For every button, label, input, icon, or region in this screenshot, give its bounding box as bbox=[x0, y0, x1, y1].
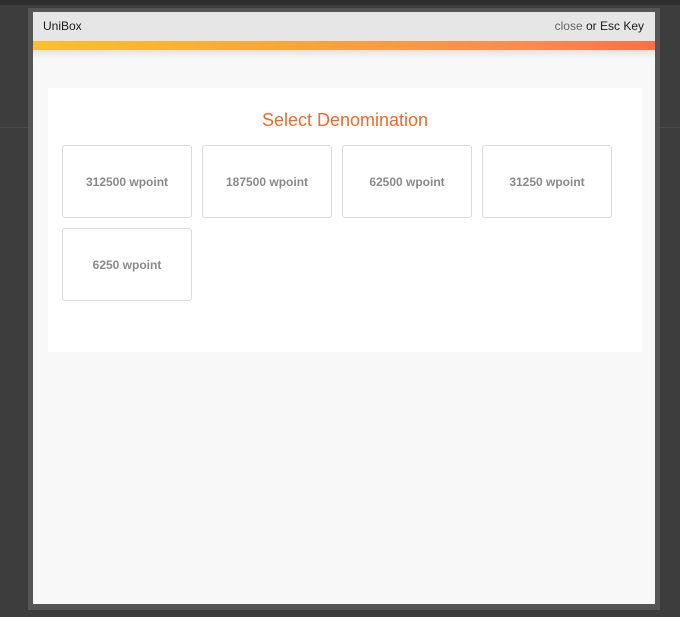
denomination-button-187500[interactable]: 187500 wpoint bbox=[202, 145, 332, 218]
modal-title: UniBox bbox=[43, 19, 82, 33]
close-link[interactable]: close bbox=[555, 19, 583, 33]
backdrop-top-edge bbox=[0, 0, 680, 5]
panel-title: Select Denomination bbox=[261, 110, 429, 130]
header-shadow bbox=[33, 50, 655, 58]
denomination-button-31250[interactable]: 31250 wpoint bbox=[482, 145, 612, 218]
denomination-label: 312500 wpoint bbox=[85, 174, 169, 189]
close-area: close or Esc Key bbox=[555, 19, 644, 33]
denomination-button-312500[interactable]: 312500 wpoint bbox=[62, 145, 192, 218]
esc-key-hint: or Esc Key bbox=[582, 19, 644, 33]
denomination-button-62500[interactable]: 62500 wpoint bbox=[342, 145, 472, 218]
denomination-label: 187500 wpoint bbox=[225, 174, 309, 189]
modal-header: UniBox close or Esc Key bbox=[33, 12, 655, 41]
denomination-label: 31250 wpoint bbox=[509, 174, 585, 189]
denomination-label: 6250 wpoint bbox=[92, 257, 162, 272]
header-gradient-bar bbox=[33, 41, 655, 50]
denomination-button-6250[interactable]: 6250 wpoint bbox=[62, 228, 192, 301]
unibox-modal: UniBox close or Esc Key Select Denominat… bbox=[33, 12, 655, 604]
denomination-label: 62500 wpoint bbox=[369, 174, 445, 189]
denomination-panel: Select Denomination 312500 wpoint 187500… bbox=[48, 88, 642, 352]
